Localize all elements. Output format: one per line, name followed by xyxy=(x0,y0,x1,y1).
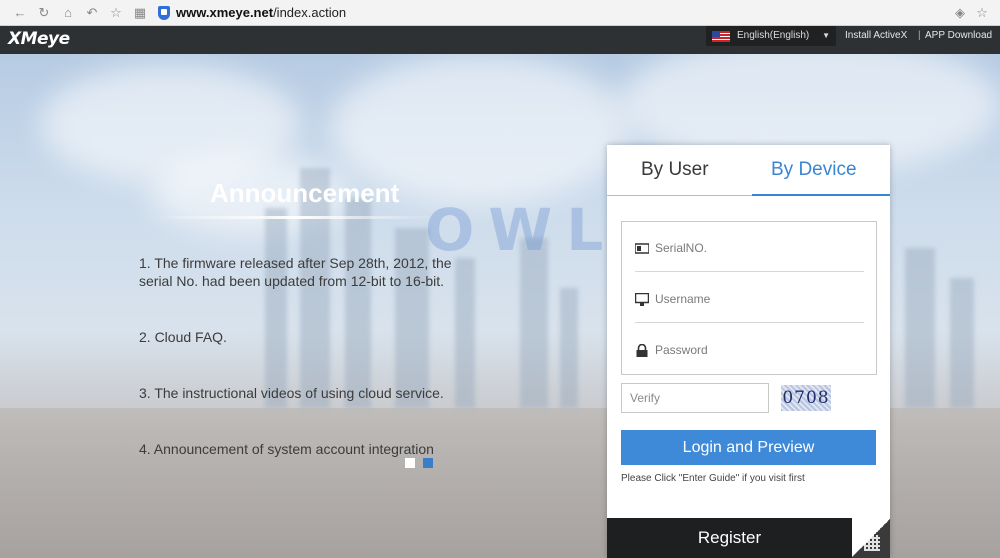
app-download-link[interactable]: APP Download xyxy=(925,30,992,41)
password-input[interactable] xyxy=(655,341,860,359)
address-bar[interactable]: www.xmeye.net/index.action xyxy=(176,5,346,20)
monitor-icon xyxy=(635,293,649,306)
login-panel: By User By Device 0708 Login xyxy=(607,145,890,558)
refresh-icon[interactable]: ↻ xyxy=(36,5,52,21)
xmeye-logo[interactable]: XMeye xyxy=(8,29,70,49)
compat-mode-icon[interactable]: ◈ xyxy=(952,5,968,21)
verify-input[interactable] xyxy=(621,383,769,413)
home-icon[interactable]: ⌂ xyxy=(60,5,76,21)
lock-icon xyxy=(636,344,648,357)
serial-field xyxy=(635,222,864,272)
install-activex-link[interactable]: Install ActiveX xyxy=(845,30,907,41)
header-separator: | xyxy=(918,30,921,41)
device-login-fields xyxy=(621,221,877,375)
url-host: www.xmeye.net xyxy=(176,5,274,20)
carousel-dot-2[interactable] xyxy=(423,458,433,468)
register-button[interactable]: Register xyxy=(607,518,852,558)
us-flag-icon xyxy=(712,31,730,42)
username-field xyxy=(635,273,864,323)
browser-toolbar: ← ↻ ⌂ ↶ ☆ ▦ www.xmeye.net/index.action ◈… xyxy=(0,0,1000,26)
chevron-down-icon: ▼ xyxy=(822,31,830,40)
username-input[interactable] xyxy=(655,290,860,308)
qr-code-icon[interactable] xyxy=(864,535,880,551)
captcha-image[interactable]: 0708 xyxy=(781,385,831,411)
password-field xyxy=(635,324,864,374)
security-shield-icon xyxy=(158,6,170,20)
url-path: /index.action xyxy=(273,5,347,20)
back-icon[interactable]: ← xyxy=(12,5,28,21)
announcement-divider xyxy=(155,216,435,219)
undo-icon[interactable]: ↶ xyxy=(84,5,100,21)
star-icon[interactable]: ☆ xyxy=(108,5,124,21)
grid-icon[interactable]: ▦ xyxy=(132,5,148,21)
tab-by-device[interactable]: By Device xyxy=(771,159,857,181)
serial-number-input[interactable] xyxy=(655,239,860,257)
announcement-item[interactable]: 3. The instructional videos of using clo… xyxy=(139,384,469,402)
login-preview-button[interactable]: Login and Preview xyxy=(621,430,876,465)
carousel-dot-1[interactable] xyxy=(405,458,415,468)
serial-card-icon xyxy=(635,243,649,254)
language-selector[interactable]: English(English) ▼ xyxy=(706,26,836,46)
announcement-item[interactable]: 2. Cloud FAQ. xyxy=(139,328,469,346)
active-tab-indicator xyxy=(752,194,890,196)
tab-by-user[interactable]: By User xyxy=(641,159,709,181)
announcement-item[interactable]: 4. Announcement of system account integr… xyxy=(139,440,469,458)
favorite-icon[interactable]: ☆ xyxy=(974,5,990,21)
enter-guide-hint: Please Click "Enter Guide" if you visit … xyxy=(621,473,805,484)
announcement-item[interactable]: 1. The firmware released after Sep 28th,… xyxy=(139,254,469,290)
site-header: XMeye English(English) ▼ Install ActiveX… xyxy=(0,26,1000,54)
language-label: English(English) xyxy=(737,30,810,41)
announcement-title: Announcement xyxy=(210,178,400,208)
